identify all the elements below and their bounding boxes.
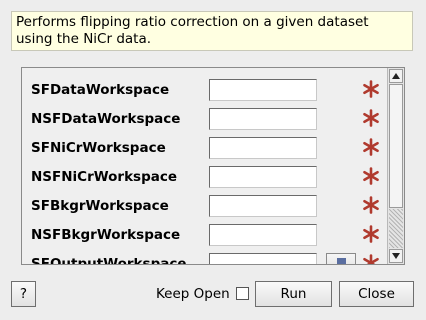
required-asterisk-icon	[363, 80, 379, 98]
property-row: SFOutputWorkspace	[22, 250, 387, 264]
sf-output-workspace-input[interactable]	[209, 253, 317, 264]
nsf-bkgr-workspace-input[interactable]	[209, 224, 317, 246]
sf-bkgr-workspace-input[interactable]	[209, 195, 317, 217]
property-row: SFBkgrWorkspace	[22, 192, 387, 221]
properties-panel: SFDataWorkspace NSFDataWorkspace SFNiCrW…	[21, 67, 405, 265]
property-label: NSFNiCrWorkspace	[31, 169, 178, 185]
scroll-down-button[interactable]	[389, 249, 403, 263]
property-label: SFNiCrWorkspace	[31, 140, 166, 156]
property-label: SFBkgrWorkspace	[31, 198, 169, 214]
required-asterisk-icon	[363, 196, 379, 214]
required-asterisk-icon	[363, 138, 379, 156]
algorithm-description: Performs flipping ratio correction on a …	[11, 11, 413, 51]
browse-button[interactable]	[326, 253, 356, 264]
vertical-scrollbar[interactable]	[387, 68, 404, 264]
required-asterisk-icon	[363, 109, 379, 127]
required-asterisk-icon	[363, 225, 379, 243]
property-label: NSFDataWorkspace	[31, 111, 181, 127]
property-row: NSFBkgrWorkspace	[22, 221, 387, 250]
property-row: NSFDataWorkspace	[22, 105, 387, 134]
properties-list: SFDataWorkspace NSFDataWorkspace SFNiCrW…	[22, 68, 387, 264]
property-row: SFDataWorkspace	[22, 76, 387, 105]
keep-open-label: Keep Open	[156, 286, 230, 302]
required-asterisk-icon	[363, 167, 379, 185]
sf-nicr-workspace-input[interactable]	[209, 137, 317, 159]
property-row: NSFNiCrWorkspace	[22, 163, 387, 192]
close-button[interactable]: Close	[339, 281, 414, 307]
run-button[interactable]: Run	[255, 281, 332, 307]
nsf-data-workspace-input[interactable]	[209, 108, 317, 130]
sf-data-workspace-input[interactable]	[209, 79, 317, 101]
property-label: NSFBkgrWorkspace	[31, 227, 181, 243]
scrollbar-track[interactable]	[389, 209, 403, 248]
scroll-up-button[interactable]	[389, 69, 403, 83]
property-label: SFOutputWorkspace	[31, 256, 187, 264]
property-row: SFNiCrWorkspace	[22, 134, 387, 163]
chevron-up-icon	[392, 73, 400, 79]
nsf-nicr-workspace-input[interactable]	[209, 166, 317, 188]
required-asterisk-icon	[363, 254, 379, 264]
chevron-down-icon	[392, 253, 400, 259]
browse-icon	[337, 258, 346, 264]
scrollbar-thumb[interactable]	[389, 84, 403, 208]
keep-open-checkbox[interactable]	[236, 287, 249, 300]
property-label: SFDataWorkspace	[31, 82, 170, 98]
help-button[interactable]: ?	[11, 281, 36, 307]
